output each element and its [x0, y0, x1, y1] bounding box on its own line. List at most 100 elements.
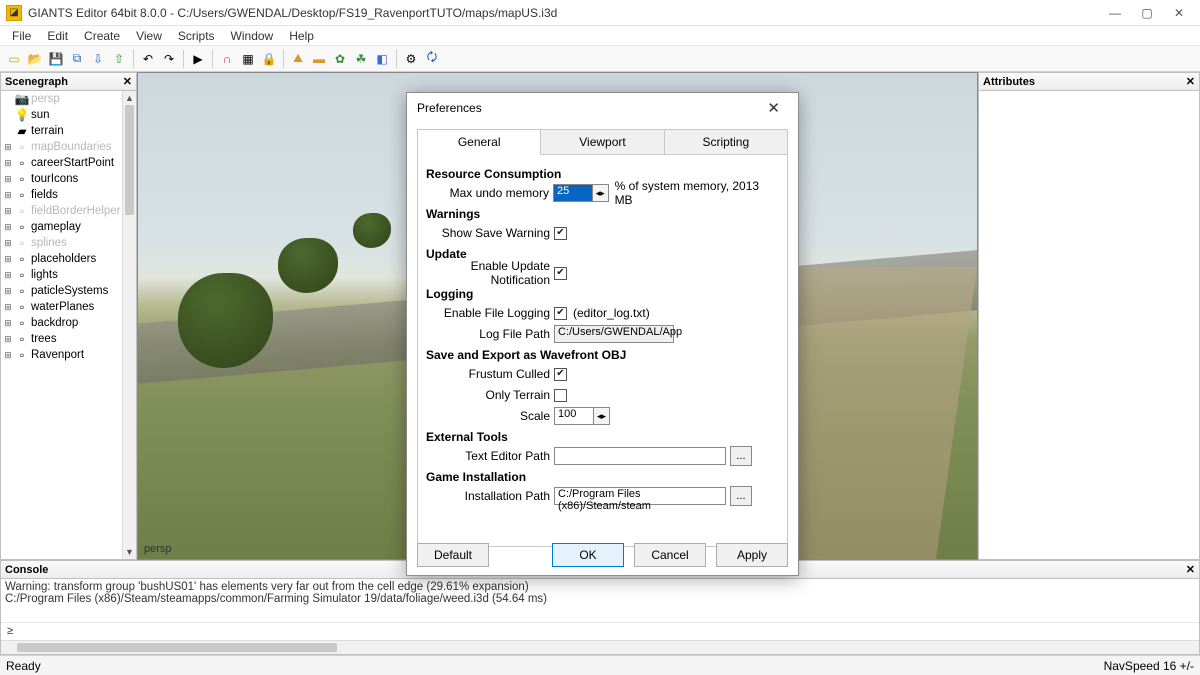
- text-editor-browse-button[interactable]: ...: [730, 446, 752, 466]
- log-path-input[interactable]: C:/Users/GWENDAL/App: [554, 325, 674, 343]
- grid-icon[interactable]: ▦: [238, 49, 258, 69]
- install-path-browse-button[interactable]: ...: [730, 486, 752, 506]
- expander-icon[interactable]: ⊞: [3, 318, 13, 329]
- expander-icon[interactable]: ⊞: [3, 238, 13, 249]
- max-undo-spinner[interactable]: ◂▸: [593, 184, 609, 202]
- foliage-icon[interactable]: ☘: [351, 49, 371, 69]
- tree-row-Ravenport[interactable]: ⊞▫Ravenport: [1, 347, 122, 363]
- tree-row-careerStartPoint[interactable]: ⊞▫careerStartPoint: [1, 155, 122, 171]
- scale-spinner[interactable]: ◂▸: [594, 407, 610, 425]
- tree-row-terrain[interactable]: ▰terrain: [1, 123, 122, 139]
- menu-edit[interactable]: Edit: [39, 27, 76, 45]
- dialog-close-icon[interactable]: ✕: [759, 95, 788, 121]
- expander-icon[interactable]: ⊞: [3, 302, 13, 313]
- status-navspeed: NavSpeed 16 +/-: [1104, 659, 1194, 673]
- frustum-checkbox[interactable]: [554, 368, 567, 381]
- tree-row-splines[interactable]: ⊞▫splines: [1, 235, 122, 251]
- tree-row-lights[interactable]: ⊞▫lights: [1, 267, 122, 283]
- menu-help[interactable]: Help: [281, 27, 322, 45]
- expander-icon[interactable]: ⊞: [3, 254, 13, 265]
- expander-icon[interactable]: ⊞: [3, 158, 13, 169]
- tree-row-gameplay[interactable]: ⊞▫gameplay: [1, 219, 122, 235]
- camera-label: persp: [144, 543, 172, 555]
- scrollbar-thumb[interactable]: [17, 643, 337, 652]
- open-file-icon[interactable]: 📂: [25, 49, 45, 69]
- file-logging-checkbox[interactable]: [554, 307, 567, 320]
- play-icon[interactable]: ▶: [188, 49, 208, 69]
- expander-icon[interactable]: ⊞: [3, 190, 13, 201]
- menu-scripts[interactable]: Scripts: [170, 27, 223, 45]
- console-input[interactable]: ≥: [1, 622, 1199, 640]
- tree-row-persp[interactable]: 📷persp: [1, 91, 122, 107]
- expander-icon[interactable]: ⊞: [3, 174, 13, 185]
- menu-file[interactable]: File: [4, 27, 39, 45]
- save-warning-checkbox[interactable]: [554, 227, 567, 240]
- install-path-input[interactable]: C:/Program Files (x86)/Steam/steam: [554, 487, 726, 505]
- tree-item-label: careerStartPoint: [31, 157, 114, 169]
- scale-input[interactable]: 100: [554, 407, 594, 425]
- undo-icon[interactable]: ↶: [138, 49, 158, 69]
- tree-row-fieldBorderHelper[interactable]: ⊞▫fieldBorderHelper: [1, 203, 122, 219]
- scenegraph-tree[interactable]: 📷persp💡sun▰terrain⊞▫mapBoundaries⊞▫caree…: [1, 91, 122, 559]
- tree-row-fields[interactable]: ⊞▫fields: [1, 187, 122, 203]
- tree-item-label: persp: [31, 93, 60, 105]
- expander-icon[interactable]: ⊞: [3, 350, 13, 361]
- console-scrollbar[interactable]: [1, 640, 1199, 654]
- tab-scripting[interactable]: Scripting: [665, 130, 787, 155]
- expander-icon[interactable]: ⊞: [3, 142, 13, 153]
- tree-row-paticleSystems[interactable]: ⊞▫paticleSystems: [1, 283, 122, 299]
- tab-general[interactable]: General: [418, 130, 541, 155]
- close-button[interactable]: ✕: [1172, 6, 1186, 20]
- minimize-button[interactable]: —: [1108, 6, 1122, 20]
- scroll-down-icon[interactable]: ▼: [123, 545, 136, 559]
- cancel-button[interactable]: Cancel: [634, 543, 706, 567]
- expander-icon[interactable]: ⊞: [3, 286, 13, 297]
- toolbar-sep: [133, 50, 134, 68]
- text-editor-input[interactable]: [554, 447, 726, 465]
- update-notif-checkbox[interactable]: [554, 267, 567, 280]
- maximize-button[interactable]: ▢: [1140, 6, 1154, 20]
- scroll-up-icon[interactable]: ▲: [123, 91, 136, 105]
- tab-viewport[interactable]: Viewport: [541, 130, 664, 155]
- tree-row-tourIcons[interactable]: ⊞▫tourIcons: [1, 171, 122, 187]
- magnet-icon[interactable]: ∩: [217, 49, 237, 69]
- tree-row-placeholders[interactable]: ⊞▫placeholders: [1, 251, 122, 267]
- scrollbar-thumb[interactable]: [125, 105, 134, 215]
- terrain-flatten-icon[interactable]: ▬: [309, 49, 329, 69]
- redo-icon[interactable]: ↷: [159, 49, 179, 69]
- scenegraph-scrollbar[interactable]: ▲ ▼: [122, 91, 136, 559]
- tree-row-sun[interactable]: 💡sun: [1, 107, 122, 123]
- tree-item-label: fields: [31, 189, 58, 201]
- refresh-icon[interactable]: 🗘: [422, 49, 442, 69]
- tree-row-mapBoundaries[interactable]: ⊞▫mapBoundaries: [1, 139, 122, 155]
- panel-close-icon[interactable]: ✕: [1186, 75, 1195, 88]
- expander-icon[interactable]: ⊞: [3, 270, 13, 281]
- only-terrain-checkbox[interactable]: [554, 389, 567, 402]
- terrain-sculpt-icon[interactable]: ⛰: [288, 49, 308, 69]
- menu-view[interactable]: View: [128, 27, 170, 45]
- new-file-icon[interactable]: ▭: [4, 49, 24, 69]
- default-button[interactable]: Default: [417, 543, 489, 567]
- tree-row-trees[interactable]: ⊞▫trees: [1, 331, 122, 347]
- settings-gear-icon[interactable]: ⚙: [401, 49, 421, 69]
- panel-close-icon[interactable]: ✕: [123, 75, 132, 88]
- import-icon[interactable]: ⇩: [88, 49, 108, 69]
- panel-close-icon[interactable]: ✕: [1186, 563, 1195, 576]
- apply-button[interactable]: Apply: [716, 543, 788, 567]
- save-file-icon[interactable]: 💾: [46, 49, 66, 69]
- expander-icon[interactable]: ⊞: [3, 222, 13, 233]
- lock-icon[interactable]: 🔒: [259, 49, 279, 69]
- ok-button[interactable]: OK: [552, 543, 624, 567]
- menu-window[interactable]: Window: [223, 27, 282, 45]
- menu-create[interactable]: Create: [76, 27, 128, 45]
- group-icon: ▫: [15, 157, 29, 169]
- export-icon[interactable]: ⇧: [109, 49, 129, 69]
- max-undo-input[interactable]: 25: [553, 184, 593, 202]
- texture-icon[interactable]: ◧: [372, 49, 392, 69]
- terrain-paint-icon[interactable]: ✿: [330, 49, 350, 69]
- tree-row-backdrop[interactable]: ⊞▫backdrop: [1, 315, 122, 331]
- expander-icon[interactable]: ⊞: [3, 334, 13, 345]
- save-all-icon[interactable]: ⧉: [67, 49, 87, 69]
- expander-icon[interactable]: ⊞: [3, 206, 13, 217]
- tree-row-waterPlanes[interactable]: ⊞▫waterPlanes: [1, 299, 122, 315]
